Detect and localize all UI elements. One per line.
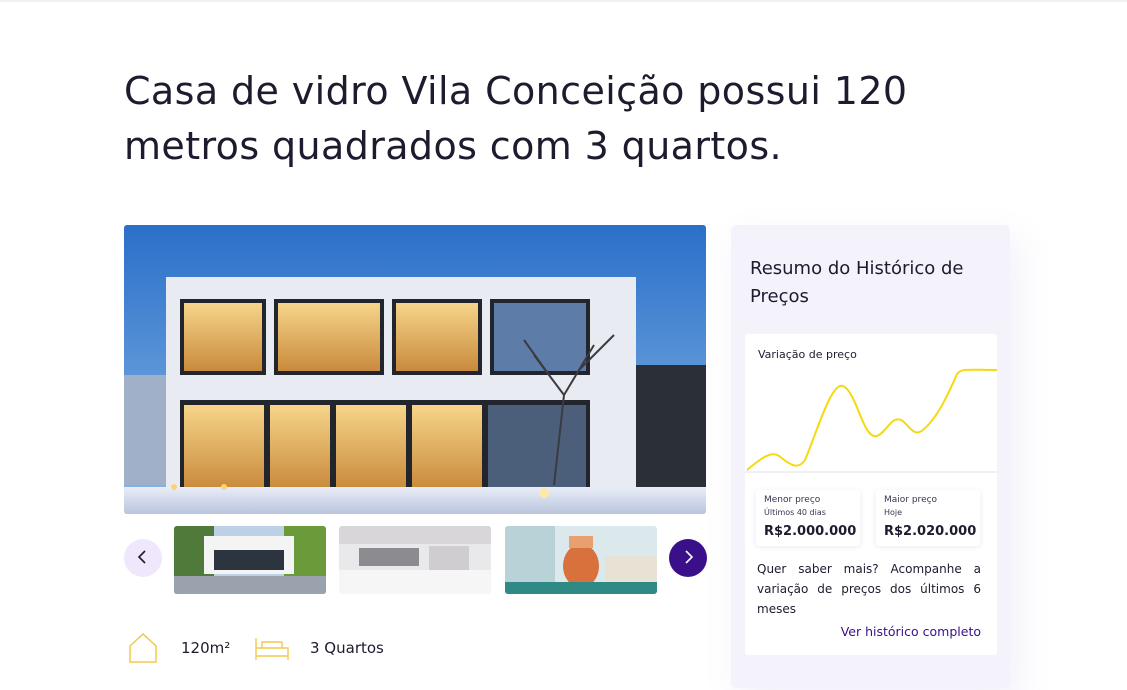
full-history-link[interactable]: Ver histórico completo <box>757 624 981 639</box>
page-title: Casa de vidro Vila Conceição possui 120 … <box>124 69 908 168</box>
price-history-title: Resumo do Histórico de Preços <box>750 258 964 307</box>
chart-label: Variação de preço <box>758 348 857 361</box>
lowest-price-period: Últimos 40 dias <box>764 508 826 517</box>
area-label: 120m² <box>181 639 231 657</box>
top-divider <box>0 0 1127 2</box>
bed-outline-icon <box>254 636 290 666</box>
price-history-info: Quer saber mais? Acompanhe a variação de… <box>757 562 981 616</box>
highest-price-value: R$2.020.000 <box>884 524 977 539</box>
chevron-left-icon <box>137 549 149 568</box>
carousel-prev-button[interactable] <box>124 539 162 577</box>
highest-price-label: Maior preço <box>884 495 938 505</box>
price-trend-line <box>746 368 997 471</box>
lowest-price-label: Menor preço <box>764 495 821 505</box>
lowest-price-card: Menor preço Últimos 40 dias R$2.000.000 <box>756 490 860 546</box>
thumbnail-1[interactable] <box>174 526 326 594</box>
house-outline-icon <box>128 632 158 668</box>
carousel-next-button[interactable] <box>669 539 707 577</box>
thumbnail-3[interactable] <box>505 526 657 594</box>
hero-photo <box>124 225 706 514</box>
thumbnail-2[interactable] <box>339 526 491 594</box>
chevron-right-icon <box>682 549 694 568</box>
highest-price-period: Hoje <box>884 508 903 517</box>
lowest-price-value: R$2.000.000 <box>764 524 857 539</box>
price-trend-chart <box>745 368 997 473</box>
rooms-label: 3 Quartos <box>310 639 384 657</box>
highest-price-card: Maior preço Hoje R$2.020.000 <box>876 490 980 546</box>
